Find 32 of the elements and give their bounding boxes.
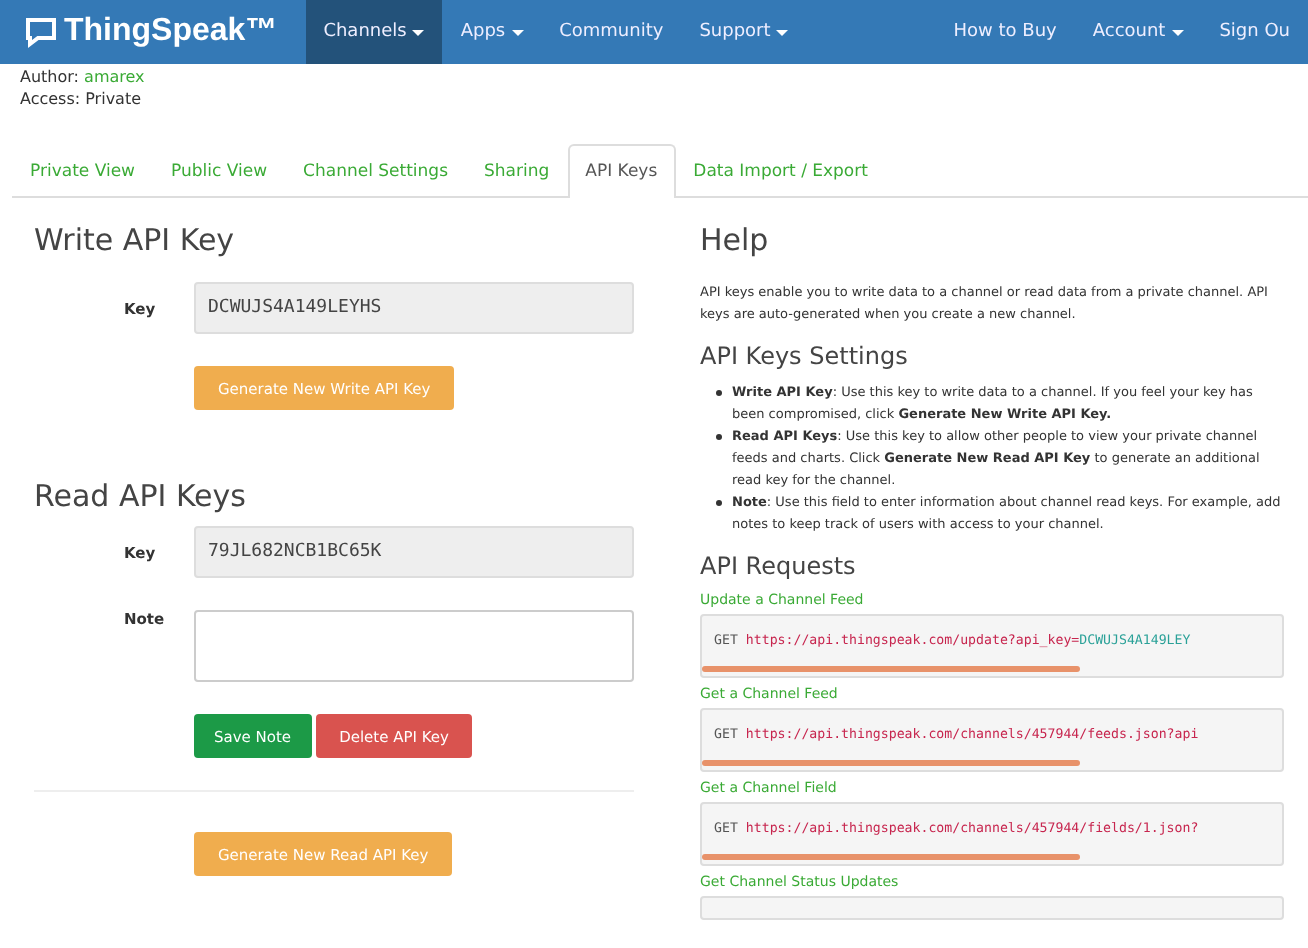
tab[interactable]: Data Import / Export	[675, 144, 886, 196]
nav-menu-item[interactable]: Apps	[442, 0, 542, 64]
scrollbar[interactable]	[702, 666, 1079, 672]
tab[interactable]: Sharing	[466, 144, 568, 196]
tab[interactable]: API Keys	[567, 144, 676, 198]
author-link[interactable]: amarex	[84, 68, 145, 86]
bullet-icon	[716, 434, 722, 440]
tab[interactable]: Public View	[153, 144, 286, 196]
brand-name[interactable]: ThingSpeak™	[64, 14, 278, 50]
note-field[interactable]	[194, 610, 634, 682]
read-key-field[interactable]: 79JL682NCB1BC65K	[194, 526, 634, 578]
tab[interactable]: Private View	[12, 144, 154, 196]
write-key-field[interactable]: DCWUJS4A149LEYHS	[194, 282, 634, 334]
speech-bubble-icon	[24, 16, 58, 48]
bullet-icon	[716, 390, 722, 396]
scrollbar[interactable]	[702, 854, 1079, 860]
section-heading: Read API Keys	[34, 478, 248, 514]
nav-menu-item[interactable]: Channels	[305, 0, 443, 64]
nav-menu-item[interactable]: Community	[541, 0, 682, 64]
help-heading: Help	[700, 222, 771, 258]
author-label: Author:	[20, 68, 79, 86]
nav-menu-item[interactable]: Support	[681, 0, 807, 64]
section-heading: Write API Key	[34, 222, 237, 258]
nav-menu-item[interactable]: Sign Ou	[1201, 0, 1308, 64]
section-heading: API Requests	[700, 552, 858, 580]
nav-menu-item[interactable]: How to Buy	[935, 0, 1075, 64]
nav-menu-item[interactable]: Account	[1074, 0, 1202, 64]
scrollbar[interactable]	[702, 760, 1079, 766]
tab[interactable]: Channel Settings	[285, 144, 467, 196]
bullet-icon	[716, 500, 722, 506]
access-text: Access: Private	[20, 88, 144, 110]
section-heading: API Keys Settings	[700, 342, 910, 370]
